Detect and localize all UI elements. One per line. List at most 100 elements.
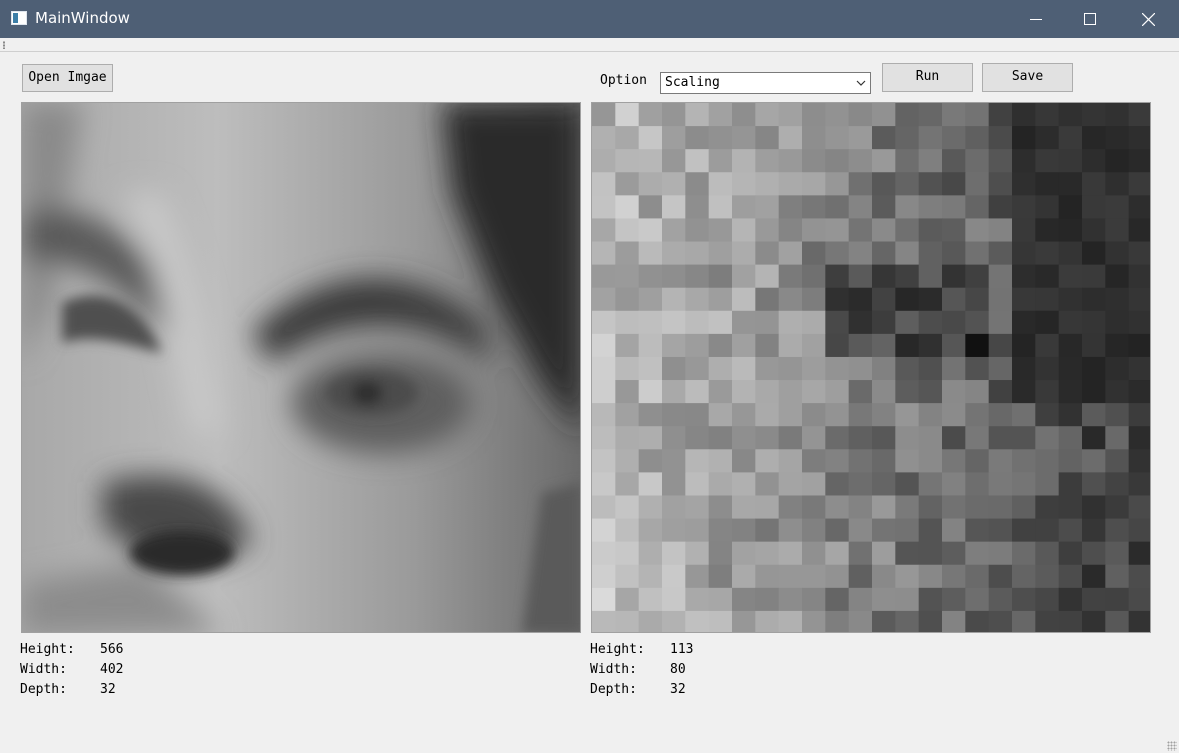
close-icon [1142, 13, 1155, 26]
mosaic-pixel [802, 380, 826, 404]
mosaic-pixel [1082, 472, 1106, 496]
mosaic-pixel [778, 518, 803, 543]
mosaic-pixel [1105, 495, 1130, 520]
mosaic-pixel [1058, 195, 1083, 219]
original-image [22, 103, 580, 632]
mosaic-pixel [638, 333, 663, 358]
mosaic-pixel [778, 380, 803, 404]
mosaic-pixel [1105, 218, 1130, 243]
mosaic-pixel [615, 587, 640, 612]
mosaic-pixel [825, 403, 850, 427]
mosaic-pixel [1058, 380, 1083, 404]
mosaic-pixel [1035, 172, 1060, 196]
mosaic-pixel [708, 103, 733, 127]
mosaic-pixel [918, 403, 943, 427]
mosaic-pixel [1058, 403, 1083, 427]
mosaic-pixel [895, 264, 920, 289]
mosaic-pixel [988, 380, 1013, 404]
mosaic-pixel [708, 172, 733, 196]
mosaic-pixel [1012, 564, 1036, 589]
mosaic-pixel [802, 172, 826, 196]
save-button[interactable]: Save [982, 63, 1073, 92]
toolbar-grip[interactable] [3, 41, 5, 49]
mosaic-pixel [918, 380, 943, 404]
mosaic-pixel [965, 380, 990, 404]
mosaic-pixel [638, 610, 663, 632]
mosaic-pixel [662, 380, 686, 404]
mosaic-pixel [895, 241, 920, 266]
mosaic-pixel [685, 333, 710, 358]
mosaic-pixel [755, 264, 780, 289]
mosaic-pixel [1128, 449, 1150, 473]
mosaic-pixel [988, 310, 1013, 335]
mosaic-pixel [872, 310, 896, 335]
mosaic-pixel [825, 587, 850, 612]
mosaic-pixel [662, 426, 686, 450]
mosaic-pixel [662, 495, 686, 520]
mosaic-pixel [732, 518, 756, 543]
mosaic-pixel [778, 149, 803, 173]
mosaic-pixel [918, 126, 943, 150]
mosaic-pixel [1012, 472, 1036, 496]
resize-grip[interactable] [1167, 741, 1177, 751]
mosaic-pixel [1012, 126, 1036, 150]
mosaic-pixel [1082, 195, 1106, 219]
mosaic-pixel [1035, 472, 1060, 496]
mosaic-pixel [895, 380, 920, 404]
mosaic-pixel [708, 195, 733, 219]
mosaic-pixel [1035, 495, 1060, 520]
mosaic-pixel [825, 472, 850, 496]
minimize-button[interactable] [1009, 0, 1063, 38]
mosaic-pixel [592, 472, 616, 496]
mosaic-pixel [708, 241, 733, 266]
mosaic-pixel [685, 126, 710, 150]
mosaic-pixel [848, 610, 873, 632]
mosaic-pixel [732, 103, 756, 127]
mosaic-pixel [1012, 218, 1036, 243]
mosaic-pixel [872, 449, 896, 473]
mosaic-pixel [1128, 587, 1150, 612]
mosaic-pixel [965, 518, 990, 543]
mosaic-pixel [708, 356, 733, 381]
maximize-button[interactable] [1063, 0, 1117, 38]
close-button[interactable] [1117, 0, 1179, 38]
mosaic-pixel [988, 218, 1013, 243]
result-image-view [591, 102, 1151, 633]
mosaic-pixel [1058, 333, 1083, 358]
mosaic-pixel [1082, 610, 1106, 632]
mosaic-pixel [825, 564, 850, 589]
mosaic-pixel [1105, 472, 1130, 496]
mosaic-pixel [685, 195, 710, 219]
mosaic-pixel [988, 241, 1013, 266]
mosaic-pixel [942, 310, 966, 335]
mosaic-pixel [638, 495, 663, 520]
run-button[interactable]: Run [882, 63, 973, 92]
mosaic-pixel [1058, 218, 1083, 243]
mosaic-pixel [592, 333, 616, 358]
mosaic-pixel [918, 103, 943, 127]
mosaic-pixel [755, 449, 780, 473]
mosaic-pixel [1082, 172, 1106, 196]
mosaic-pixel [895, 472, 920, 496]
mosaic-pixel [1035, 380, 1060, 404]
mosaic-pixel [825, 610, 850, 632]
mosaic-pixel [848, 218, 873, 243]
mosaic-pixel [778, 587, 803, 612]
mosaic-pixel [848, 241, 873, 266]
mosaic-pixel [1058, 149, 1083, 173]
mosaic-pixel [592, 264, 616, 289]
mosaic-pixel [825, 172, 850, 196]
open-image-button[interactable]: Open Imgae [22, 64, 113, 92]
result-depth-value: 32 [670, 682, 686, 697]
mosaic-pixel [662, 564, 686, 589]
option-select[interactable]: Scaling [660, 72, 871, 94]
mosaic-pixel [802, 218, 826, 243]
mosaic-pixel [1058, 310, 1083, 335]
mosaic-pixel [685, 287, 710, 312]
mosaic-pixel [965, 403, 990, 427]
mosaic-pixel [708, 310, 733, 335]
mosaic-pixel [732, 126, 756, 150]
mosaic-pixel [1012, 403, 1036, 427]
mosaic-pixel [895, 356, 920, 381]
mosaic-pixel [1082, 495, 1106, 520]
